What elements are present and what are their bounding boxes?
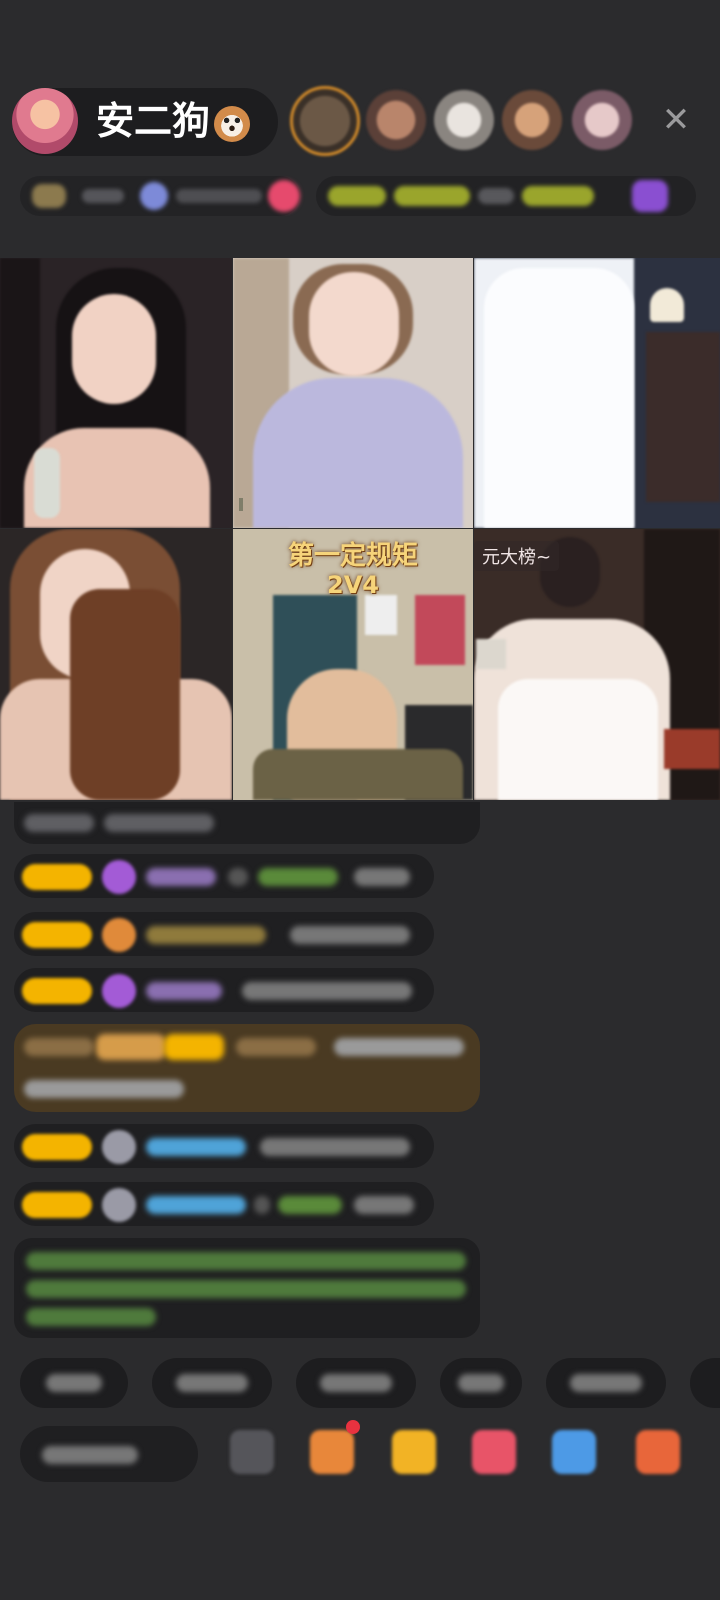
red-packet-icon[interactable] (392, 1430, 436, 1474)
quick-reply-chip-6[interactable] (690, 1358, 720, 1408)
dog-face-icon (214, 105, 251, 142)
chat-message-highlight[interactable] (14, 1024, 480, 1112)
video-tile-3[interactable] (474, 258, 720, 528)
chat-message-system (14, 802, 480, 844)
chat-message[interactable] (14, 1124, 434, 1168)
chat-input[interactable] (20, 1426, 198, 1482)
top-viewer-avatar-3[interactable] (434, 90, 494, 150)
game-icon[interactable] (552, 1430, 596, 1474)
pk-score: 2V4 (327, 571, 379, 599)
top-viewer-avatar-2[interactable] (366, 90, 426, 150)
video-tile-6[interactable]: 元大榜~ (474, 529, 720, 800)
chat-message[interactable] (14, 1182, 434, 1226)
top-viewer-avatar-4[interactable] (502, 90, 562, 150)
top-viewer-avatar-1[interactable] (290, 86, 360, 156)
video-tile-5[interactable]: 第一定规矩 2V4 (233, 529, 473, 800)
tile-label: 元大榜~ (474, 541, 560, 571)
chat-message-system-notice (14, 1238, 480, 1338)
chat-message[interactable] (14, 854, 434, 898)
chat-message[interactable] (14, 912, 434, 956)
quick-reply-chip-4[interactable] (440, 1358, 522, 1408)
top-viewer-avatar-5[interactable] (572, 90, 632, 150)
chat-message[interactable] (14, 968, 434, 1012)
quick-reply-chip-1[interactable] (20, 1358, 128, 1408)
room-info-bar[interactable] (20, 176, 300, 216)
video-tile-1[interactable] (0, 258, 232, 528)
quick-reply-chip-5[interactable] (546, 1358, 666, 1408)
more-icon[interactable] (230, 1430, 274, 1474)
pk-rule-title: 第一定规矩 (287, 541, 418, 571)
ranking-bar[interactable] (316, 176, 696, 216)
close-icon[interactable]: ✕ (656, 100, 696, 140)
video-tile-2[interactable] (233, 258, 473, 528)
host-name-text: 安二狗 (96, 99, 211, 143)
quick-reply-chip-3[interactable] (296, 1358, 416, 1408)
notification-dot (346, 1420, 360, 1434)
host-name[interactable]: 安二狗 (96, 98, 251, 144)
fan-club-icon[interactable] (472, 1430, 516, 1474)
host-avatar[interactable] (12, 88, 78, 154)
video-tile-4[interactable] (0, 529, 232, 800)
gift-icon[interactable] (636, 1430, 680, 1474)
quick-reply-chip-2[interactable] (152, 1358, 272, 1408)
gift-box-icon[interactable] (310, 1430, 354, 1474)
